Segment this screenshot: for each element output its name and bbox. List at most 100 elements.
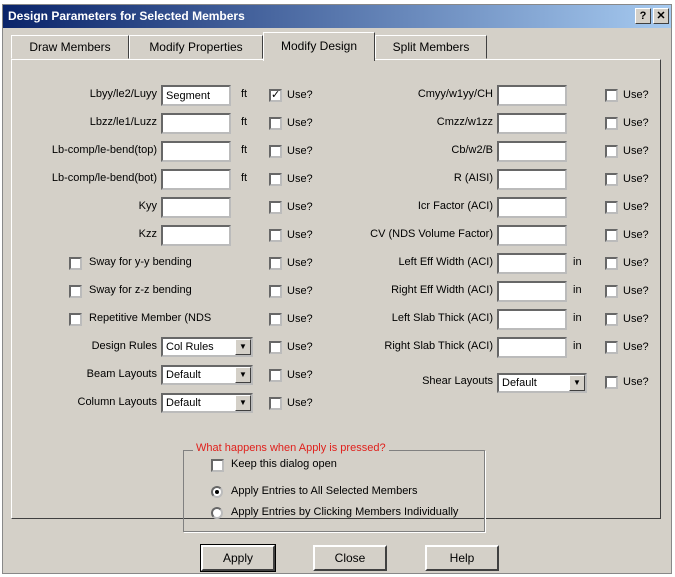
shear-layouts-label: Shear Layouts: [422, 375, 493, 387]
use-checkbox[interactable]: [269, 285, 282, 298]
param-input[interactable]: [497, 309, 567, 330]
use-checkbox[interactable]: [269, 229, 282, 242]
unit-label: in: [573, 312, 582, 324]
param-input[interactable]: [161, 113, 231, 134]
use-checkbox[interactable]: [269, 173, 282, 186]
use-checkbox[interactable]: [605, 313, 618, 326]
tab-modify-design[interactable]: Modify Design: [263, 32, 375, 61]
use-checkbox[interactable]: [605, 173, 618, 186]
use-checkbox[interactable]: ✓: [269, 89, 282, 102]
param-input[interactable]: [497, 337, 567, 358]
use-label: Use?: [287, 341, 313, 353]
use-checkbox[interactable]: [269, 369, 282, 382]
layout-select[interactable]: Default ▼: [161, 393, 253, 413]
param-input[interactable]: [497, 113, 567, 134]
param-label: Kyy: [138, 200, 157, 212]
unit-label: in: [573, 284, 582, 296]
use-checkbox[interactable]: [269, 257, 282, 270]
unit-label: in: [573, 256, 582, 268]
param-input[interactable]: [161, 141, 231, 162]
layout-select[interactable]: Col Rules ▼: [161, 337, 253, 357]
use-label: Use?: [623, 341, 649, 353]
shear-layouts-select[interactable]: Default ▼: [497, 373, 587, 393]
option-checkbox[interactable]: [69, 285, 82, 298]
help-title-button[interactable]: ?: [635, 8, 651, 24]
option-checkbox[interactable]: [69, 313, 82, 326]
use-label: Use?: [287, 313, 313, 325]
use-checkbox[interactable]: [269, 117, 282, 130]
unit-label: ft: [241, 88, 248, 100]
use-label: Use?: [287, 89, 313, 101]
keep-open-checkbox[interactable]: [211, 459, 224, 472]
param-input[interactable]: [497, 225, 567, 246]
unit-label: ft: [241, 144, 248, 156]
dialog-window: Design Parameters for Selected Members ?…: [2, 4, 672, 574]
param-label: Right Eff Width (ACI): [391, 284, 493, 296]
apply-all-label: Apply Entries to All Selected Members: [231, 485, 418, 497]
use-label: Use?: [623, 201, 649, 213]
param-label: Lbyy/le2/Luyy: [89, 88, 157, 100]
tab-draw-members[interactable]: Draw Members: [11, 35, 129, 59]
param-input[interactable]: [497, 253, 567, 274]
param-input[interactable]: [161, 85, 231, 106]
use-checkbox[interactable]: [269, 341, 282, 354]
use-label: Use?: [287, 229, 313, 241]
param-input[interactable]: [497, 141, 567, 162]
param-label: Right Slab Thick (ACI): [384, 340, 493, 352]
use-label: Use?: [623, 145, 649, 157]
param-label: R (AISI): [453, 172, 493, 184]
chevron-down-icon: ▼: [235, 339, 251, 355]
window-title: Design Parameters for Selected Members: [8, 9, 245, 23]
use-checkbox[interactable]: [605, 89, 618, 102]
unit-label: in: [573, 340, 582, 352]
select-value: Col Rules: [166, 341, 214, 353]
use-checkbox[interactable]: [605, 341, 618, 354]
param-input[interactable]: [161, 225, 231, 246]
keep-open-label: Keep this dialog open: [231, 458, 337, 470]
param-label: Icr Factor (ACI): [417, 200, 493, 212]
close-title-button[interactable]: ✕: [653, 8, 669, 24]
use-label: Use?: [287, 173, 313, 185]
layout-select[interactable]: Default ▼: [161, 365, 253, 385]
close-button[interactable]: Close: [313, 545, 387, 571]
use-label: Use?: [287, 257, 313, 269]
help-button[interactable]: Help: [425, 545, 499, 571]
use-checkbox[interactable]: [605, 285, 618, 298]
chevron-down-icon: ▼: [235, 367, 251, 383]
option-label: Sway for y-y bending: [89, 256, 192, 268]
use-checkbox[interactable]: [605, 201, 618, 214]
param-label: Lbzz/le1/Luzz: [89, 116, 157, 128]
use-checkbox[interactable]: [269, 313, 282, 326]
shear-layouts-value: Default: [502, 377, 537, 389]
apply-all-radio[interactable]: [211, 486, 223, 498]
use-checkbox[interactable]: [605, 145, 618, 158]
param-input[interactable]: [497, 85, 567, 106]
use-checkbox[interactable]: [605, 229, 618, 242]
use-label: Use?: [287, 117, 313, 129]
tab-split-members[interactable]: Split Members: [375, 35, 487, 59]
option-label: Sway for z-z bending: [89, 284, 192, 296]
param-input[interactable]: [497, 169, 567, 190]
param-label: Lb-comp/le-bend(top): [51, 144, 157, 156]
option-checkbox[interactable]: [69, 257, 82, 270]
param-input[interactable]: [161, 197, 231, 218]
shear-use-checkbox[interactable]: [605, 376, 618, 389]
use-checkbox[interactable]: [269, 145, 282, 158]
title-bar: Design Parameters for Selected Members ?…: [3, 5, 671, 28]
param-input[interactable]: [497, 197, 567, 218]
use-checkbox[interactable]: [605, 117, 618, 130]
apply-click-radio[interactable]: [211, 507, 223, 519]
tab-modify-properties[interactable]: Modify Properties: [129, 35, 263, 59]
use-label: Use?: [623, 313, 649, 325]
param-label: Cmyy/w1yy/CH: [417, 88, 493, 100]
param-input[interactable]: [497, 281, 567, 302]
use-checkbox[interactable]: [269, 201, 282, 214]
use-checkbox[interactable]: [269, 397, 282, 410]
param-input[interactable]: [161, 169, 231, 190]
param-label: Left Eff Width (ACI): [398, 256, 493, 268]
use-checkbox[interactable]: [605, 257, 618, 270]
select-label: Column Layouts: [77, 396, 158, 408]
use-label: Use?: [287, 285, 313, 297]
select-value: Default: [166, 369, 201, 381]
apply-button[interactable]: Apply: [200, 544, 276, 572]
